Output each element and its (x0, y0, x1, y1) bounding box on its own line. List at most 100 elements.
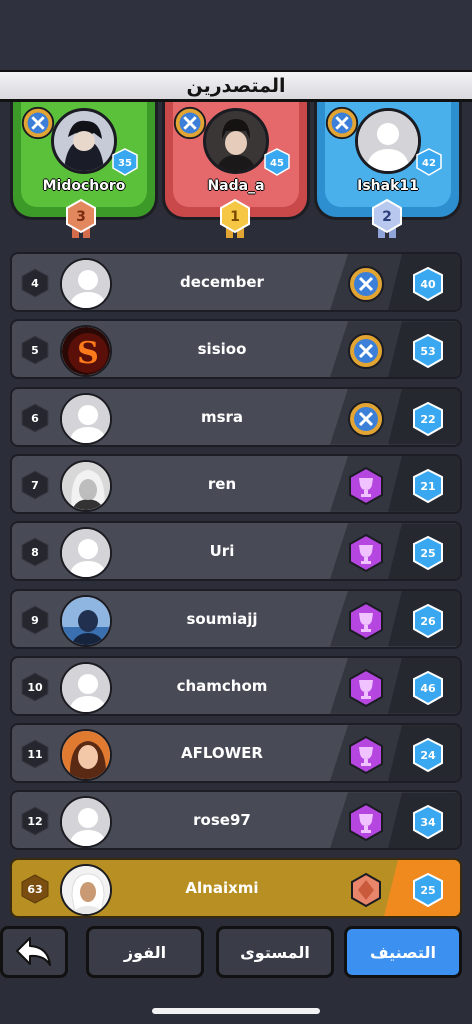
table-row[interactable]: 8 Uri 25 (10, 521, 462, 582)
trophy-badge-icon (349, 601, 383, 640)
avatar (60, 459, 112, 512)
avatar (60, 796, 112, 849)
rank-hex-icon: 4 (21, 268, 49, 298)
avatar (203, 108, 269, 174)
level-shield-icon: 34 (413, 805, 443, 840)
level-shield-icon: 40 (413, 267, 443, 301)
svg-text:8: 8 (31, 546, 39, 559)
star-emblem-icon (348, 266, 384, 302)
player-name: Uri (209, 542, 235, 561)
svg-text:2: 2 (382, 209, 392, 225)
svg-text:1: 1 (230, 209, 240, 225)
player-name: msra (200, 407, 244, 426)
svg-text:S: S (77, 336, 99, 371)
avatar (60, 661, 112, 714)
podium-name: Nada_a (207, 178, 265, 194)
page-title: المتصدرين (186, 74, 286, 97)
svg-text:22: 22 (420, 413, 435, 426)
table-row[interactable]: 7 ren 21 (10, 453, 462, 514)
svg-text:3: 3 (76, 209, 86, 225)
svg-text:40: 40 (420, 278, 436, 291)
back-arrow-icon (16, 937, 51, 966)
svg-text:9: 9 (31, 614, 39, 627)
rank-hex-icon: 9 (21, 604, 49, 635)
avatar (60, 527, 112, 580)
rank-hex-icon: 11 (21, 739, 49, 769)
level-shield-icon: 35 (112, 148, 138, 176)
rank-hex-icon: 6 (21, 403, 49, 433)
star-emblem-icon (21, 106, 55, 140)
rank-hex-icon: 10 (21, 672, 49, 702)
avatar (60, 594, 112, 647)
svg-text:35: 35 (118, 158, 132, 169)
table-row[interactable]: 5 Ssisioo 53 (10, 319, 462, 380)
trophy-badge-icon (349, 466, 383, 506)
star-emblem-icon (348, 400, 384, 437)
table-row[interactable]: 11 AFLOWER 24 (10, 723, 462, 784)
svg-text:25: 25 (420, 884, 435, 897)
rank-1-medal-icon: 1 (220, 198, 250, 238)
svg-text:25: 25 (420, 547, 435, 560)
svg-text:21: 21 (420, 480, 435, 493)
star-emblem-icon (348, 333, 384, 370)
player-name: AFLOWER (181, 744, 263, 763)
svg-text:45: 45 (270, 158, 284, 169)
player-name: rose97 (193, 811, 251, 830)
player-name: chamchom (176, 676, 268, 695)
svg-text:63: 63 (27, 883, 42, 896)
tab-wins[interactable]: الفوز (86, 926, 204, 978)
avatar (355, 108, 421, 174)
avatar: S (60, 325, 112, 378)
level-shield-icon: 53 (413, 334, 443, 369)
avatar (60, 729, 112, 782)
level-shield-icon: 21 (413, 468, 443, 503)
tab-ranking[interactable]: التصنيف (344, 926, 462, 978)
rank-hex-icon: 12 (21, 806, 49, 836)
svg-text:5: 5 (31, 344, 39, 357)
star-emblem-icon (325, 106, 359, 140)
player-name: december (180, 273, 264, 291)
trophy-badge-icon (349, 803, 383, 842)
tab-level[interactable]: المستوى (216, 926, 334, 978)
svg-text:26: 26 (420, 615, 436, 628)
svg-text:24: 24 (420, 749, 436, 762)
level-shield-icon: 25 (413, 536, 443, 571)
trophy-badge-icon (349, 534, 383, 573)
svg-text:7: 7 (31, 479, 39, 492)
svg-text:42: 42 (422, 158, 436, 169)
avatar (60, 258, 112, 310)
my-rank-row[interactable]: 63 Alnaixmi 25 (10, 858, 462, 918)
level-shield-icon: 22 (413, 401, 443, 436)
rank-3-medal-icon: 3 (66, 198, 96, 238)
rank-hex-icon: 5 (21, 335, 49, 365)
svg-text:4: 4 (31, 277, 39, 290)
status-area (0, 0, 472, 70)
level-shield-icon: 26 (413, 603, 443, 638)
trophy-badge-icon (349, 735, 383, 775)
level-shield-icon: 45 (264, 148, 290, 176)
svg-text:6: 6 (31, 412, 39, 425)
table-row[interactable]: 9 soumiajj 26 (10, 588, 462, 649)
table-row[interactable]: 6 msra 22 (10, 386, 462, 447)
avatar (60, 392, 112, 445)
svg-text:34: 34 (420, 816, 436, 829)
svg-text:12: 12 (27, 815, 42, 828)
level-shield-icon: 24 (413, 738, 443, 773)
rank-hex-icon: 7 (21, 470, 49, 500)
title-bar: المتصدرين (0, 70, 472, 102)
player-name: Alnaixmi (185, 879, 259, 897)
bronze-badge-icon (351, 872, 381, 908)
table-row[interactable]: 12 rose97 34 (10, 790, 462, 851)
back-button[interactable] (0, 926, 68, 978)
level-shield-icon: 25 (413, 873, 443, 907)
table-row[interactable]: 10 chamchom 46 (10, 655, 462, 716)
level-shield-icon: 46 (413, 670, 443, 705)
trophy-badge-icon (349, 668, 383, 707)
avatar (51, 108, 117, 174)
table-row[interactable]: 4 december 40 (10, 252, 462, 312)
rank-2-medal-icon: 2 (372, 198, 402, 238)
svg-text:46: 46 (420, 682, 436, 695)
podium-name: Ishak11 (357, 178, 419, 194)
level-shield-icon: 42 (416, 148, 442, 176)
rank-hex-icon: 8 (21, 537, 49, 567)
